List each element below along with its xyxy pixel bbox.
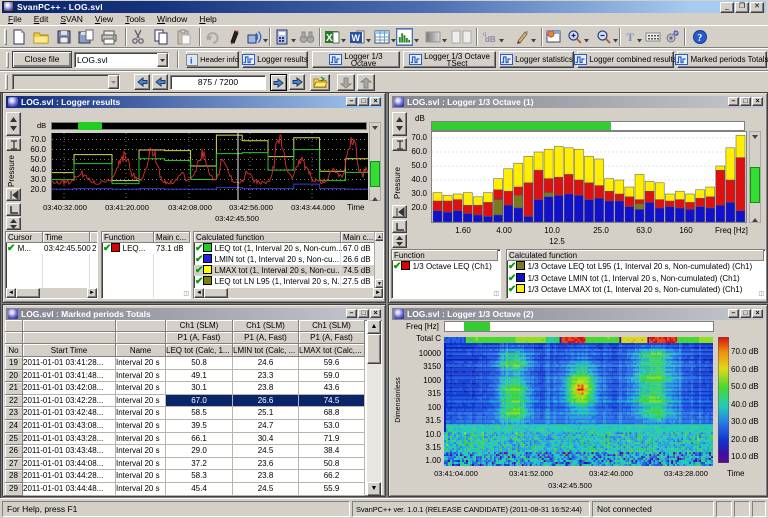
svg-text:W: W	[351, 33, 360, 43]
svg-text:X: X	[326, 33, 333, 44]
svg-text:?: ?	[697, 33, 702, 44]
svg-text:dB: dB	[485, 35, 496, 44]
svg-text:T: T	[626, 32, 634, 44]
